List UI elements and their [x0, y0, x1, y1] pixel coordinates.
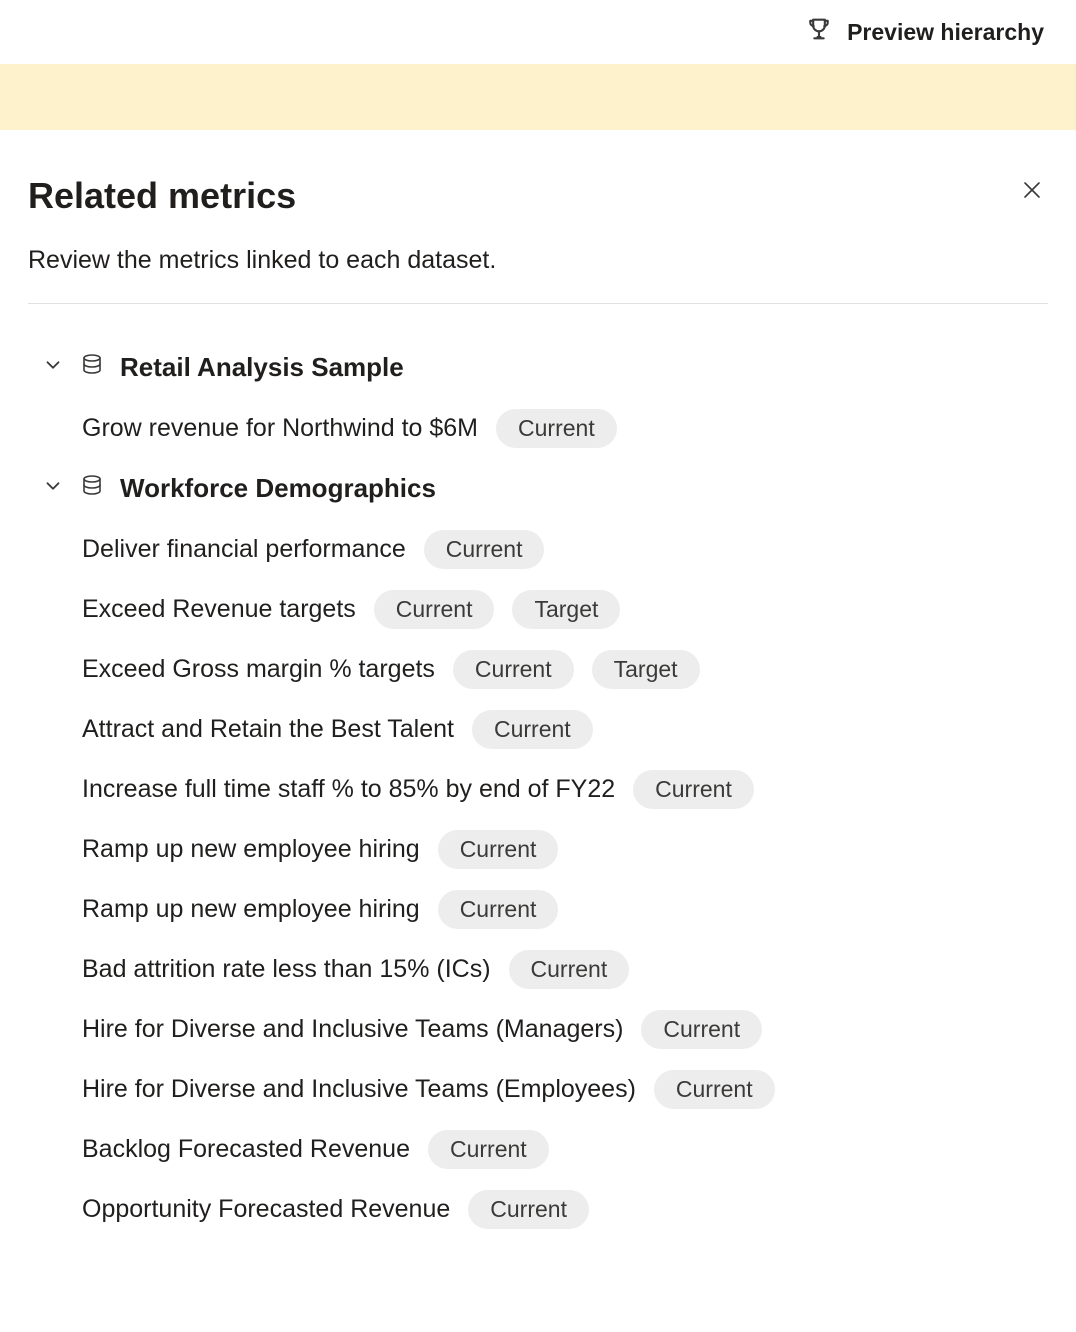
preview-hierarchy-label: Preview hierarchy — [847, 19, 1044, 46]
metric-row[interactable]: Opportunity Forecasted Revenue Current — [82, 1188, 1048, 1232]
metric-tag[interactable]: Current — [468, 1190, 589, 1229]
metric-tag[interactable]: Current — [453, 650, 574, 689]
metric-row[interactable]: Backlog Forecasted Revenue Current — [82, 1128, 1048, 1172]
notification-banner — [0, 64, 1076, 130]
metric-tag[interactable]: Current — [438, 890, 559, 929]
metric-row[interactable]: Deliver financial performance Current — [82, 528, 1048, 572]
metric-tag[interactable]: Current — [641, 1010, 762, 1049]
metric-name: Exceed Revenue targets — [82, 595, 356, 624]
metric-name: Exceed Gross margin % targets — [82, 655, 435, 684]
metric-tag[interactable]: Current — [509, 950, 630, 989]
metric-name: Backlog Forecasted Revenue — [82, 1135, 410, 1164]
metric-tag[interactable]: Current — [633, 770, 754, 809]
metric-name: Opportunity Forecasted Revenue — [82, 1195, 450, 1224]
metric-name: Ramp up new employee hiring — [82, 835, 420, 864]
metric-row[interactable]: Bad attrition rate less than 15% (ICs) Cu… — [82, 948, 1048, 992]
metric-tag[interactable]: Current — [428, 1130, 549, 1169]
database-icon — [80, 353, 104, 382]
chevron-down-icon — [42, 354, 64, 381]
dataset-name: Workforce Demographics — [120, 473, 436, 504]
panel-header: Related metrics Review the metrics linke… — [28, 176, 1048, 304]
metric-row[interactable]: Ramp up new employee hiring Current — [82, 888, 1048, 932]
metrics-list: Retail Analysis Sample Grow revenue for N… — [28, 304, 1048, 1232]
close-button[interactable] — [1016, 174, 1048, 211]
topbar: Preview hierarchy — [0, 0, 1076, 64]
metric-tag[interactable]: Current — [654, 1070, 775, 1109]
dataset-group: Retail Analysis Sample Grow revenue for N… — [42, 352, 1048, 451]
panel-subtitle: Review the metrics linked to each datase… — [28, 246, 496, 275]
dataset-group: Workforce Demographics Deliver financial … — [42, 473, 1048, 1232]
panel-title: Related metrics — [28, 176, 496, 216]
close-icon — [1020, 189, 1044, 206]
metric-name: Hire for Diverse and Inclusive Teams (Em… — [82, 1075, 636, 1104]
metric-tag[interactable]: Current — [496, 409, 617, 448]
preview-hierarchy-button[interactable]: Preview hierarchy — [805, 15, 1044, 49]
metric-name: Attract and Retain the Best Talent — [82, 715, 454, 744]
metric-name: Hire for Diverse and Inclusive Teams (Ma… — [82, 1015, 623, 1044]
metric-tag[interactable]: Current — [374, 590, 495, 629]
metric-row[interactable]: Ramp up new employee hiring Current — [82, 828, 1048, 872]
metric-tag[interactable]: Current — [438, 830, 559, 869]
metric-tag[interactable]: Target — [592, 650, 700, 689]
database-icon — [80, 474, 104, 503]
metric-row[interactable]: Hire for Diverse and Inclusive Teams (Em… — [82, 1068, 1048, 1112]
metric-row[interactable]: Increase full time staff % to 85% by end… — [82, 768, 1048, 812]
metric-name: Ramp up new employee hiring — [82, 895, 420, 924]
panel-titles: Related metrics Review the metrics linke… — [28, 176, 496, 275]
metric-row[interactable]: Grow revenue for Northwind to $6M Current — [82, 407, 1048, 451]
metric-name: Increase full time staff % to 85% by end… — [82, 775, 615, 804]
chevron-down-icon — [42, 475, 64, 502]
metric-name: Bad attrition rate less than 15% (ICs) — [82, 955, 491, 984]
metric-row[interactable]: Attract and Retain the Best Talent Curren… — [82, 708, 1048, 752]
dataset-items: Deliver financial performanceCurrentExce… — [42, 528, 1048, 1232]
dataset-name: Retail Analysis Sample — [120, 352, 404, 383]
metric-tag[interactable]: Current — [472, 710, 593, 749]
metric-tag[interactable]: Current — [424, 530, 545, 569]
metric-row[interactable]: Hire for Diverse and Inclusive Teams (Ma… — [82, 1008, 1048, 1052]
dataset-group-header[interactable]: Retail Analysis Sample — [42, 352, 1048, 383]
trophy-icon — [805, 15, 833, 49]
metric-tag[interactable]: Target — [512, 590, 620, 629]
metric-row[interactable]: Exceed Revenue targets Current Target — [82, 588, 1048, 632]
dataset-group-header[interactable]: Workforce Demographics — [42, 473, 1048, 504]
metric-name: Deliver financial performance — [82, 535, 406, 564]
metric-row[interactable]: Exceed Gross margin % targets Current Targ… — [82, 648, 1048, 692]
related-metrics-panel: Related metrics Review the metrics linke… — [0, 130, 1076, 1232]
metric-name: Grow revenue for Northwind to $6M — [82, 414, 478, 443]
dataset-items: Grow revenue for Northwind to $6M Current — [42, 407, 1048, 451]
